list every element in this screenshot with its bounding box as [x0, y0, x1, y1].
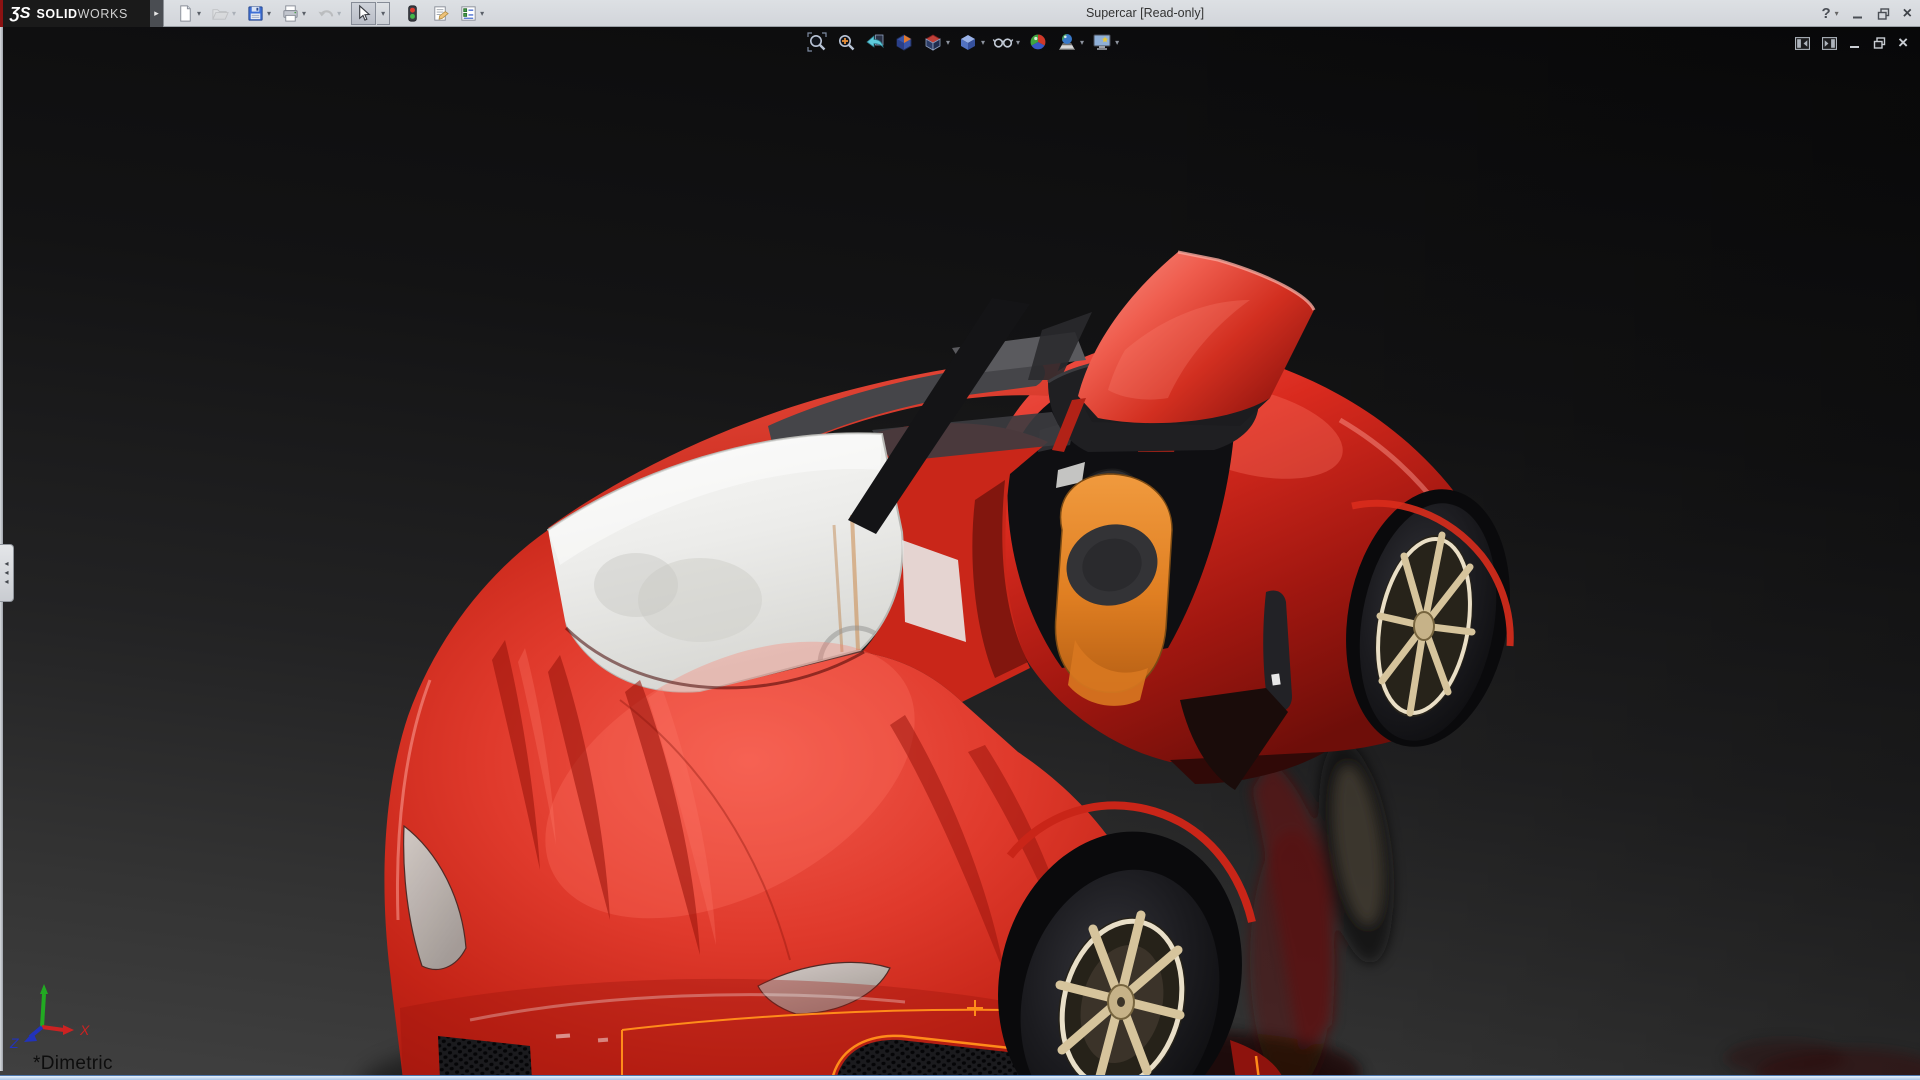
collapse-left-pane-icon[interactable] — [1795, 37, 1810, 50]
menu-flyout-arrow[interactable]: ▸ — [150, 0, 164, 27]
close-window-icon[interactable]: × — [1903, 0, 1912, 27]
edit-appearance-button[interactable] — [1027, 31, 1049, 53]
undo-icon — [316, 4, 335, 23]
dropdown-caret[interactable]: ▾ — [231, 9, 237, 18]
view-settings-button[interactable]: ▾ — [1091, 31, 1119, 53]
dropdown-caret[interactable]: ▾ — [336, 9, 342, 18]
print-icon — [281, 4, 300, 23]
zoom-to-fit-button[interactable] — [806, 31, 828, 53]
collapse-right-pane-icon[interactable] — [1822, 37, 1837, 50]
triad-z-label: Z — [9, 1035, 19, 1051]
brand-text-bold: SOLID — [36, 7, 77, 21]
save-button[interactable]: ▾ — [246, 0, 272, 27]
minimize-document-icon[interactable] — [1849, 37, 1861, 49]
dropdown-caret[interactable]: ▾ — [301, 9, 307, 18]
new-document-icon — [176, 4, 195, 23]
ds-logo-glyph: ƷS — [10, 5, 30, 23]
open-document-icon — [211, 4, 230, 23]
taskbar-strip[interactable] — [0, 1075, 1920, 1080]
select-tool-dropdown[interactable]: ▾ — [377, 2, 390, 25]
logo-red-stripe — [0, 0, 3, 27]
options-icon — [459, 4, 478, 23]
hide-show-items-button[interactable]: ▾ — [992, 31, 1020, 53]
dropdown-caret[interactable]: ▾ — [1080, 38, 1084, 47]
zoom-to-fit-icon — [806, 31, 828, 53]
previous-view-icon — [864, 31, 886, 53]
dropdown-caret[interactable]: ▾ — [946, 38, 950, 47]
select-tool-active-box[interactable] — [351, 2, 376, 25]
file-properties-button[interactable] — [431, 0, 450, 27]
minimize-window-icon[interactable] — [1852, 8, 1864, 20]
car-model-canvas[interactable] — [0, 27, 1920, 1075]
section-view-icon — [893, 31, 915, 53]
section-view-button[interactable] — [893, 31, 915, 53]
view-orientation-icon — [922, 31, 944, 53]
title-bar: ƷS SOLID WORKS ▸ ▾ ▾ ▾ ▾ — [0, 0, 1920, 27]
rebuild-button[interactable] — [403, 0, 422, 27]
restore-window-icon[interactable] — [1877, 8, 1890, 20]
print-button[interactable]: ▾ — [281, 0, 307, 27]
options-button[interactable]: ▾ — [459, 0, 485, 27]
previous-view-button[interactable] — [864, 31, 886, 53]
zoom-to-area-icon — [835, 31, 857, 53]
help-dropdown-caret[interactable]: ▾ — [1835, 9, 1839, 18]
headsup-view-toolbar: ▾ ▾ ▾ ▾ ▾ — [806, 31, 1119, 53]
restore-document-icon[interactable] — [1873, 37, 1886, 49]
new-document-button[interactable]: ▾ — [176, 0, 202, 27]
solidworks-window: ƷS SOLID WORKS ▸ ▾ ▾ ▾ ▾ — [0, 0, 1920, 1080]
graphics-area[interactable]: ▾ ▾ ▾ ▾ ▾ — [0, 27, 1920, 1075]
undo-button[interactable]: ▾ — [316, 0, 342, 27]
dropdown-caret[interactable]: ▾ — [1016, 38, 1020, 47]
zoom-to-area-button[interactable] — [835, 31, 857, 53]
feature-manager-collapsed-tab[interactable]: ◂ ◂ ◂ — [0, 544, 14, 602]
select-tool-button[interactable]: ▾ — [351, 0, 390, 27]
open-document-button[interactable]: ▾ — [211, 0, 237, 27]
file-properties-icon — [431, 4, 450, 23]
dropdown-caret[interactable]: ▾ — [479, 9, 485, 18]
select-cursor-icon — [354, 4, 373, 23]
help-button[interactable]: ? — [1821, 5, 1830, 22]
view-orientation-button[interactable]: ▾ — [922, 31, 950, 53]
dropdown-caret[interactable]: ▾ — [196, 9, 202, 18]
dropdown-caret[interactable]: ▾ — [1115, 38, 1119, 47]
solidworks-logo: ƷS SOLID WORKS — [0, 0, 150, 27]
document-title: Supercar [Read-only] — [1025, 0, 1265, 27]
document-window-controls: × — [1795, 35, 1908, 51]
close-document-icon[interactable]: × — [1898, 35, 1908, 51]
view-settings-icon — [1091, 31, 1113, 53]
window-controls: ? ▾ × — [1821, 0, 1912, 27]
dropdown-caret[interactable]: ▾ — [266, 9, 272, 18]
save-icon — [246, 4, 265, 23]
view-orientation-label: *Dimetric — [33, 1053, 113, 1075]
apply-scene-button[interactable]: ▾ — [1056, 31, 1084, 53]
display-style-icon — [957, 31, 979, 53]
edit-appearance-icon — [1027, 31, 1049, 53]
dropdown-caret: ▾ — [380, 9, 386, 18]
rebuild-traffic-light-icon — [403, 4, 422, 23]
left-arrow-icon: ◂ — [4, 570, 8, 576]
brand-text-light: WORKS — [78, 7, 128, 21]
left-arrow-icon: ◂ — [4, 579, 8, 585]
apply-scene-icon — [1056, 31, 1078, 53]
display-style-button[interactable]: ▾ — [957, 31, 985, 53]
hide-show-items-icon — [992, 31, 1014, 53]
dropdown-caret[interactable]: ▾ — [981, 38, 985, 47]
left-arrow-icon: ◂ — [4, 561, 8, 567]
standard-toolbar: ▾ ▾ ▾ ▾ ▾ ▾ — [176, 0, 485, 27]
triad-x-label: X — [79, 1022, 90, 1038]
